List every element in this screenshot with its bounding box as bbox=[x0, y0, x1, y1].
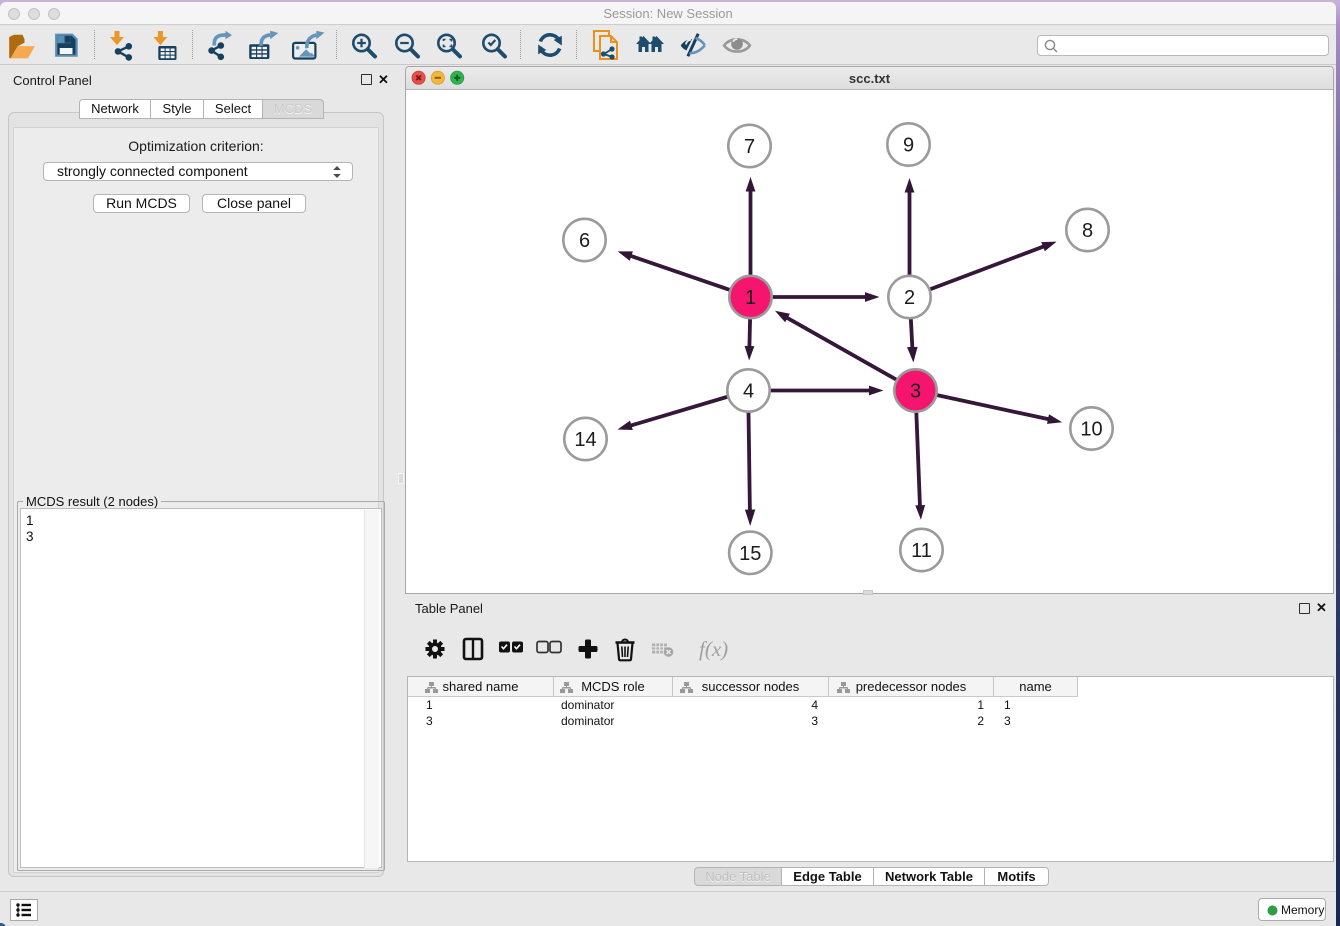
svg-text:8: 8 bbox=[1082, 220, 1093, 242]
svg-text:1: 1 bbox=[745, 287, 756, 309]
svg-text:9: 9 bbox=[903, 135, 914, 157]
svg-text:11: 11 bbox=[911, 540, 932, 562]
svg-text:3: 3 bbox=[910, 381, 921, 403]
svg-text:4: 4 bbox=[743, 381, 754, 403]
svg-text:15: 15 bbox=[739, 543, 761, 565]
svg-text:14: 14 bbox=[574, 429, 596, 451]
svg-text:7: 7 bbox=[744, 136, 755, 158]
svg-text:6: 6 bbox=[579, 230, 590, 252]
svg-text:10: 10 bbox=[1080, 419, 1102, 441]
svg-text:f(x): f(x) bbox=[699, 637, 728, 661]
svg-text:2: 2 bbox=[904, 287, 915, 309]
